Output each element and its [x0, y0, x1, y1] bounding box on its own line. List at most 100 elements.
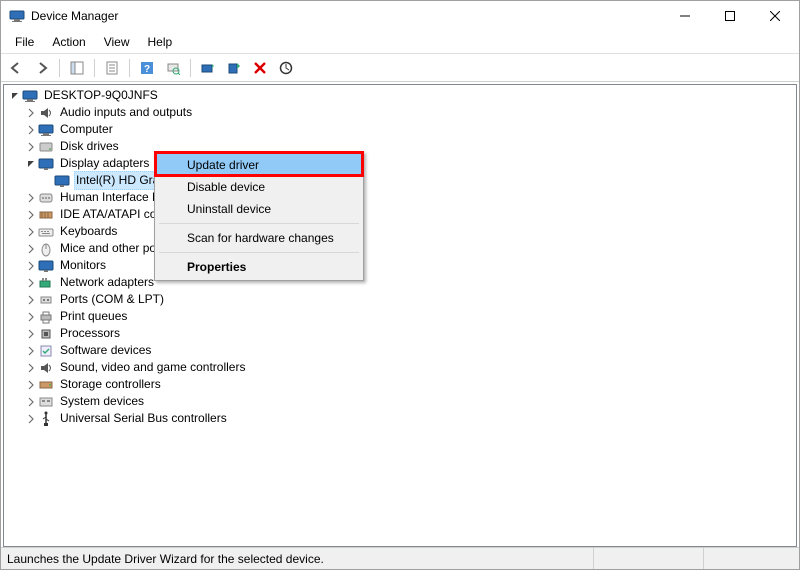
tree-item-label: Network adapters: [58, 274, 156, 291]
tree-category[interactable]: Audio inputs and outputs: [8, 104, 792, 121]
tree-category[interactable]: Mice and other pointing devices: [8, 240, 792, 257]
expand-icon[interactable]: [24, 225, 38, 239]
cpu-icon: [38, 326, 54, 342]
expand-icon[interactable]: [24, 259, 38, 273]
close-button[interactable]: [752, 2, 797, 30]
audio-icon: [38, 105, 54, 121]
expand-icon[interactable]: [24, 242, 38, 256]
collapse-icon[interactable]: [24, 157, 38, 171]
context-menu-separator: [159, 223, 359, 224]
forward-button[interactable]: [31, 57, 53, 79]
toolbar: ?: [1, 54, 799, 82]
back-button[interactable]: [5, 57, 27, 79]
expand-icon[interactable]: [24, 310, 38, 324]
tree-root[interactable]: DESKTOP-9Q0JNFS: [8, 87, 792, 104]
app-icon: [9, 8, 25, 24]
scan-hardware-button[interactable]: [162, 57, 184, 79]
tree-category[interactable]: Print queues: [8, 308, 792, 325]
minimize-button[interactable]: [662, 2, 707, 30]
context-menu-scan-hardware[interactable]: Scan for hardware changes: [157, 227, 361, 249]
expand-icon[interactable]: [24, 140, 38, 154]
svg-text:?: ?: [144, 64, 150, 75]
tree-category[interactable]: Storage controllers: [8, 376, 792, 393]
expand-icon[interactable]: [24, 327, 38, 341]
expand-icon[interactable]: [24, 395, 38, 409]
system-icon: [38, 394, 54, 410]
mouse-icon: [38, 241, 54, 257]
disk-icon: [38, 139, 54, 155]
tree-category[interactable]: Display adapters: [8, 155, 792, 172]
context-menu-update-driver[interactable]: Update driver: [157, 154, 361, 176]
tree-item-label: System devices: [58, 393, 146, 410]
tree-category[interactable]: Ports (COM & LPT): [8, 291, 792, 308]
expand-icon[interactable]: [24, 412, 38, 426]
ide-icon: [38, 207, 54, 223]
tree-category[interactable]: Network adapters: [8, 274, 792, 291]
expand-icon[interactable]: [24, 344, 38, 358]
tree-item-label: Audio inputs and outputs: [58, 104, 194, 121]
context-menu-uninstall-device[interactable]: Uninstall device: [157, 198, 361, 220]
expand-icon[interactable]: [24, 191, 38, 205]
menu-help[interactable]: Help: [140, 33, 181, 51]
tree-device[interactable]: Intel(R) HD Graphics 400: [8, 172, 792, 189]
tree-item-label: Ports (COM & LPT): [58, 291, 166, 308]
expand-icon[interactable]: [24, 106, 38, 120]
toolbar-separator: [129, 59, 130, 77]
printer-icon: [38, 309, 54, 325]
window-controls: [662, 2, 797, 30]
keyboard-icon: [38, 224, 54, 240]
tree-item-label: Disk drives: [58, 138, 121, 155]
tree-item-label: Processors: [58, 325, 122, 342]
context-menu-separator: [159, 252, 359, 253]
titlebar: Device Manager: [1, 1, 799, 31]
context-menu: Update driver Disable device Uninstall d…: [154, 151, 364, 281]
expand-icon[interactable]: [24, 276, 38, 290]
tree-category[interactable]: Monitors: [8, 257, 792, 274]
scan-changes-button[interactable]: [275, 57, 297, 79]
uninstall-device-button[interactable]: [249, 57, 271, 79]
menu-file[interactable]: File: [7, 33, 42, 51]
menu-action[interactable]: Action: [44, 33, 93, 51]
tree-category[interactable]: Computer: [8, 121, 792, 138]
tree-item-label: Universal Serial Bus controllers: [58, 410, 229, 427]
tree-category[interactable]: Processors: [8, 325, 792, 342]
tree-item-label: Sound, video and game controllers: [58, 359, 247, 376]
tree-item-label: DESKTOP-9Q0JNFS: [42, 87, 160, 104]
statusbar-segment: [703, 548, 793, 569]
tree-category[interactable]: System devices: [8, 393, 792, 410]
properties-button[interactable]: [101, 57, 123, 79]
statusbar-text: Launches the Update Driver Wizard for th…: [7, 552, 324, 566]
help-button[interactable]: ?: [136, 57, 158, 79]
storage-icon: [38, 377, 54, 393]
tree-category[interactable]: Human Interface Devices: [8, 189, 792, 206]
expand-icon[interactable]: [24, 361, 38, 375]
tree-item-label: Keyboards: [58, 223, 119, 240]
tree-category[interactable]: IDE ATA/ATAPI controllers: [8, 206, 792, 223]
show-hide-tree-button[interactable]: [66, 57, 88, 79]
context-menu-disable-device[interactable]: Disable device: [157, 176, 361, 198]
software-icon: [38, 343, 54, 359]
expand-icon[interactable]: [24, 293, 38, 307]
root-icon: [22, 88, 38, 104]
context-menu-properties[interactable]: Properties: [157, 256, 361, 278]
tree-category[interactable]: Keyboards: [8, 223, 792, 240]
tree-item-label: Storage controllers: [58, 376, 163, 393]
expand-icon[interactable]: [24, 208, 38, 222]
collapse-icon[interactable]: [8, 89, 22, 103]
device-tree-pane[interactable]: DESKTOP-9Q0JNFSAudio inputs and outputsC…: [3, 84, 797, 547]
maximize-button[interactable]: [707, 2, 752, 30]
sound-icon: [38, 360, 54, 376]
tree-category[interactable]: Universal Serial Bus controllers: [8, 410, 792, 427]
enable-device-button[interactable]: [223, 57, 245, 79]
tree-category[interactable]: Disk drives: [8, 138, 792, 155]
expand-icon[interactable]: [24, 378, 38, 392]
display-icon: [54, 173, 70, 189]
tree-spacer: [40, 174, 54, 188]
tree-category[interactable]: Sound, video and game controllers: [8, 359, 792, 376]
tree-category[interactable]: Software devices: [8, 342, 792, 359]
menu-view[interactable]: View: [96, 33, 138, 51]
network-icon: [38, 275, 54, 291]
expand-icon[interactable]: [24, 123, 38, 137]
update-driver-button[interactable]: [197, 57, 219, 79]
usb-icon: [38, 411, 54, 427]
